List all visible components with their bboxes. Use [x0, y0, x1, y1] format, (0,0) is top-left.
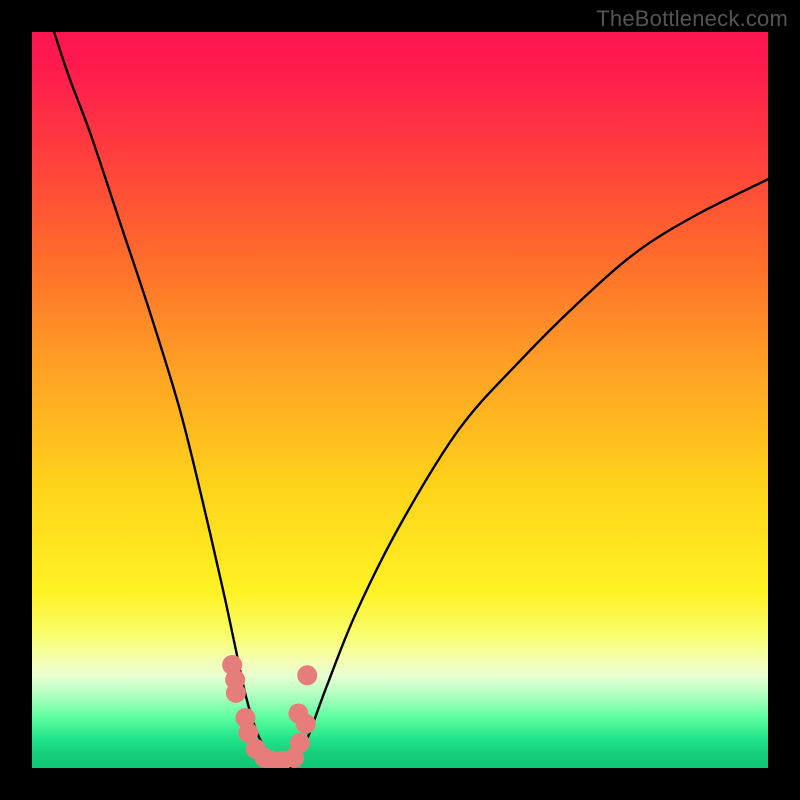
- bottom-dots-group: [222, 655, 317, 768]
- plot-area: [32, 32, 768, 768]
- data-dot: [226, 683, 246, 703]
- data-dot: [290, 733, 310, 753]
- bottleneck-curve: [54, 32, 768, 768]
- watermark-label: TheBottleneck.com: [596, 6, 788, 32]
- data-dot: [296, 714, 316, 734]
- curve-layer: [32, 32, 768, 768]
- data-dot: [297, 665, 317, 685]
- chart-frame: TheBottleneck.com: [0, 0, 800, 800]
